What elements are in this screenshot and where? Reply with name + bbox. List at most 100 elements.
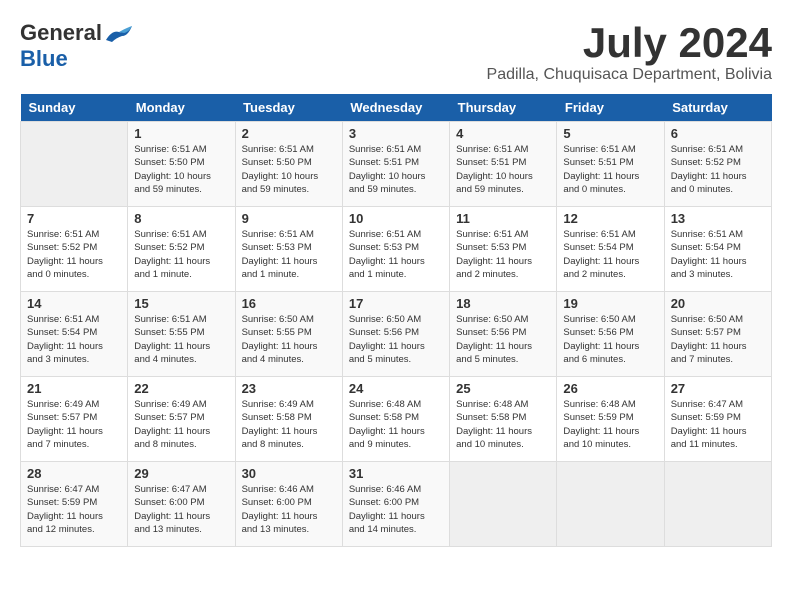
calendar-cell: 9 Sunrise: 6:51 AM Sunset: 5:53 PM Daylig… xyxy=(235,207,342,292)
day-number: 9 xyxy=(242,211,336,226)
day-number: 1 xyxy=(134,126,228,141)
calendar-cell: 7Sunrise: 6:51 AM Sunset: 5:52 PM Daylig… xyxy=(21,207,128,292)
day-number: 16 xyxy=(242,296,336,311)
logo-general-text: General xyxy=(20,20,102,46)
calendar-cell: 21 Sunrise: 6:49 AM Sunset: 5:57 PM Dayli… xyxy=(21,377,128,462)
day-info: Sunrise: 6:48 AM Sunset: 5:59 PM Dayligh… xyxy=(563,398,657,451)
day-number: 11 xyxy=(456,211,550,226)
calendar-cell: 14 Sunrise: 6:51 AM Sunset: 5:54 PM Dayli… xyxy=(21,292,128,377)
day-info: Sunrise: 6:49 AM Sunset: 5:57 PM Dayligh… xyxy=(27,398,121,451)
weekday-header-monday: Monday xyxy=(128,94,235,122)
day-info: Sunrise: 6:50 AM Sunset: 5:55 PM Dayligh… xyxy=(242,313,336,366)
calendar-week-row: 14 Sunrise: 6:51 AM Sunset: 5:54 PM Dayli… xyxy=(21,292,772,377)
day-info: Sunrise: 6:51 AM Sunset: 5:53 PM Dayligh… xyxy=(349,228,443,281)
calendar-cell: 18 Sunrise: 6:50 AM Sunset: 5:56 PM Dayli… xyxy=(450,292,557,377)
day-info: Sunrise: 6:51 AM Sunset: 5:52 PM Dayligh… xyxy=(671,143,765,196)
day-number: 17 xyxy=(349,296,443,311)
calendar-cell: 8 Sunrise: 6:51 AM Sunset: 5:52 PM Daylig… xyxy=(128,207,235,292)
calendar-cell: 2 Sunrise: 6:51 AM Sunset: 5:50 PM Daylig… xyxy=(235,122,342,207)
calendar-cell: 31 Sunrise: 6:46 AM Sunset: 6:00 PM Dayli… xyxy=(342,462,449,547)
day-info: Sunrise: 6:51 AM Sunset: 5:51 PM Dayligh… xyxy=(349,143,443,196)
day-number: 19 xyxy=(563,296,657,311)
calendar-cell: 29 Sunrise: 6:47 AM Sunset: 6:00 PM Dayli… xyxy=(128,462,235,547)
calendar-cell: 11Sunrise: 6:51 AM Sunset: 5:53 PM Dayli… xyxy=(450,207,557,292)
day-info: Sunrise: 6:47 AM Sunset: 6:00 PM Dayligh… xyxy=(134,483,228,536)
day-number: 20 xyxy=(671,296,765,311)
weekday-header-wednesday: Wednesday xyxy=(342,94,449,122)
calendar-cell: 25 Sunrise: 6:48 AM Sunset: 5:58 PM Dayli… xyxy=(450,377,557,462)
calendar-cell xyxy=(450,462,557,547)
day-number: 21 xyxy=(27,381,121,396)
location-subtitle: Padilla, Chuquisaca Department, Bolivia xyxy=(487,66,772,84)
day-number: 18 xyxy=(456,296,550,311)
calendar-cell: 26 Sunrise: 6:48 AM Sunset: 5:59 PM Dayli… xyxy=(557,377,664,462)
calendar-table: SundayMondayTuesdayWednesdayThursdayFrid… xyxy=(20,94,772,547)
page-header: General Blue July 2024 Padilla, Chuquisa… xyxy=(20,20,772,84)
calendar-cell: 12 Sunrise: 6:51 AM Sunset: 5:54 PM Dayli… xyxy=(557,207,664,292)
calendar-cell: 19 Sunrise: 6:50 AM Sunset: 5:56 PM Dayli… xyxy=(557,292,664,377)
day-number: 3 xyxy=(349,126,443,141)
day-info: Sunrise: 6:51 AM Sunset: 5:54 PM Dayligh… xyxy=(27,313,121,366)
day-number: 6 xyxy=(671,126,765,141)
calendar-cell: 28 Sunrise: 6:47 AM Sunset: 5:59 PM Dayli… xyxy=(21,462,128,547)
day-number: 27 xyxy=(671,381,765,396)
calendar-week-row: 7 Sunrise: 6:51 AM Sunset: 5:52 PM Daylig… xyxy=(21,207,772,292)
calendar-cell: 20 Sunrise: 6:50 AM Sunset: 5:57 PM Dayli… xyxy=(664,292,771,377)
calendar-cell: 23Sunrise: 6:49 AM Sunset: 5:58 PM Dayli… xyxy=(235,377,342,462)
calendar-cell: 13Sunrise: 6:51 AM Sunset: 5:54 PM Dayli… xyxy=(664,207,771,292)
day-info: Sunrise: 6:51 AM Sunset: 5:51 PM Dayligh… xyxy=(563,143,657,196)
day-info: Sunrise: 6:51 AM Sunset: 5:52 PM Dayligh… xyxy=(134,228,228,281)
day-number: 14 xyxy=(27,296,121,311)
calendar-week-row: 28 Sunrise: 6:47 AM Sunset: 5:59 PM Dayli… xyxy=(21,462,772,547)
day-number: 2 xyxy=(242,126,336,141)
calendar-cell xyxy=(21,122,128,207)
calendar-cell: 10 Sunrise: 6:51 AM Sunset: 5:53 PM Dayli… xyxy=(342,207,449,292)
day-info: Sunrise: 6:47 AM Sunset: 5:59 PM Dayligh… xyxy=(27,483,121,536)
day-number: 26 xyxy=(563,381,657,396)
logo-bird-icon xyxy=(104,22,134,44)
logo: General Blue xyxy=(20,20,134,72)
calendar-cell: 27Sunrise: 6:47 AM Sunset: 5:59 PM Dayli… xyxy=(664,377,771,462)
day-info: Sunrise: 6:49 AM Sunset: 5:57 PM Dayligh… xyxy=(134,398,228,451)
calendar-cell: 4Sunrise: 6:51 AM Sunset: 5:51 PM Daylig… xyxy=(450,122,557,207)
month-title: July 2024 xyxy=(487,20,772,66)
day-number: 15 xyxy=(134,296,228,311)
day-info: Sunrise: 6:51 AM Sunset: 5:55 PM Dayligh… xyxy=(134,313,228,366)
day-info: Sunrise: 6:51 AM Sunset: 5:54 PM Dayligh… xyxy=(671,228,765,281)
day-info: Sunrise: 6:50 AM Sunset: 5:56 PM Dayligh… xyxy=(456,313,550,366)
day-number: 25 xyxy=(456,381,550,396)
day-number: 31 xyxy=(349,466,443,481)
day-info: Sunrise: 6:50 AM Sunset: 5:57 PM Dayligh… xyxy=(671,313,765,366)
calendar-week-row: 21 Sunrise: 6:49 AM Sunset: 5:57 PM Dayli… xyxy=(21,377,772,462)
calendar-cell: 5 Sunrise: 6:51 AM Sunset: 5:51 PM Daylig… xyxy=(557,122,664,207)
calendar-cell xyxy=(557,462,664,547)
day-number: 30 xyxy=(242,466,336,481)
day-number: 28 xyxy=(27,466,121,481)
calendar-cell: 24Sunrise: 6:48 AM Sunset: 5:58 PM Dayli… xyxy=(342,377,449,462)
day-number: 10 xyxy=(349,211,443,226)
calendar-cell: 30 Sunrise: 6:46 AM Sunset: 6:00 PM Dayli… xyxy=(235,462,342,547)
calendar-cell: 6 Sunrise: 6:51 AM Sunset: 5:52 PM Daylig… xyxy=(664,122,771,207)
day-info: Sunrise: 6:51 AM Sunset: 5:53 PM Dayligh… xyxy=(242,228,336,281)
day-number: 8 xyxy=(134,211,228,226)
day-number: 7 xyxy=(27,211,121,226)
day-info: Sunrise: 6:46 AM Sunset: 6:00 PM Dayligh… xyxy=(242,483,336,536)
weekday-header-friday: Friday xyxy=(557,94,664,122)
day-info: Sunrise: 6:51 AM Sunset: 5:51 PM Dayligh… xyxy=(456,143,550,196)
weekday-header-tuesday: Tuesday xyxy=(235,94,342,122)
day-number: 12 xyxy=(563,211,657,226)
day-info: Sunrise: 6:50 AM Sunset: 5:56 PM Dayligh… xyxy=(349,313,443,366)
weekday-header-thursday: Thursday xyxy=(450,94,557,122)
calendar-cell: 22Sunrise: 6:49 AM Sunset: 5:57 PM Dayli… xyxy=(128,377,235,462)
day-info: Sunrise: 6:48 AM Sunset: 5:58 PM Dayligh… xyxy=(456,398,550,451)
calendar-week-row: 1 Sunrise: 6:51 AM Sunset: 5:50 PM Daylig… xyxy=(21,122,772,207)
calendar-cell: 15 Sunrise: 6:51 AM Sunset: 5:55 PM Dayli… xyxy=(128,292,235,377)
day-info: Sunrise: 6:51 AM Sunset: 5:50 PM Dayligh… xyxy=(242,143,336,196)
day-info: Sunrise: 6:46 AM Sunset: 6:00 PM Dayligh… xyxy=(349,483,443,536)
day-info: Sunrise: 6:50 AM Sunset: 5:56 PM Dayligh… xyxy=(563,313,657,366)
day-number: 29 xyxy=(134,466,228,481)
calendar-cell xyxy=(664,462,771,547)
day-info: Sunrise: 6:51 AM Sunset: 5:54 PM Dayligh… xyxy=(563,228,657,281)
calendar-cell: 3 Sunrise: 6:51 AM Sunset: 5:51 PM Daylig… xyxy=(342,122,449,207)
day-number: 5 xyxy=(563,126,657,141)
